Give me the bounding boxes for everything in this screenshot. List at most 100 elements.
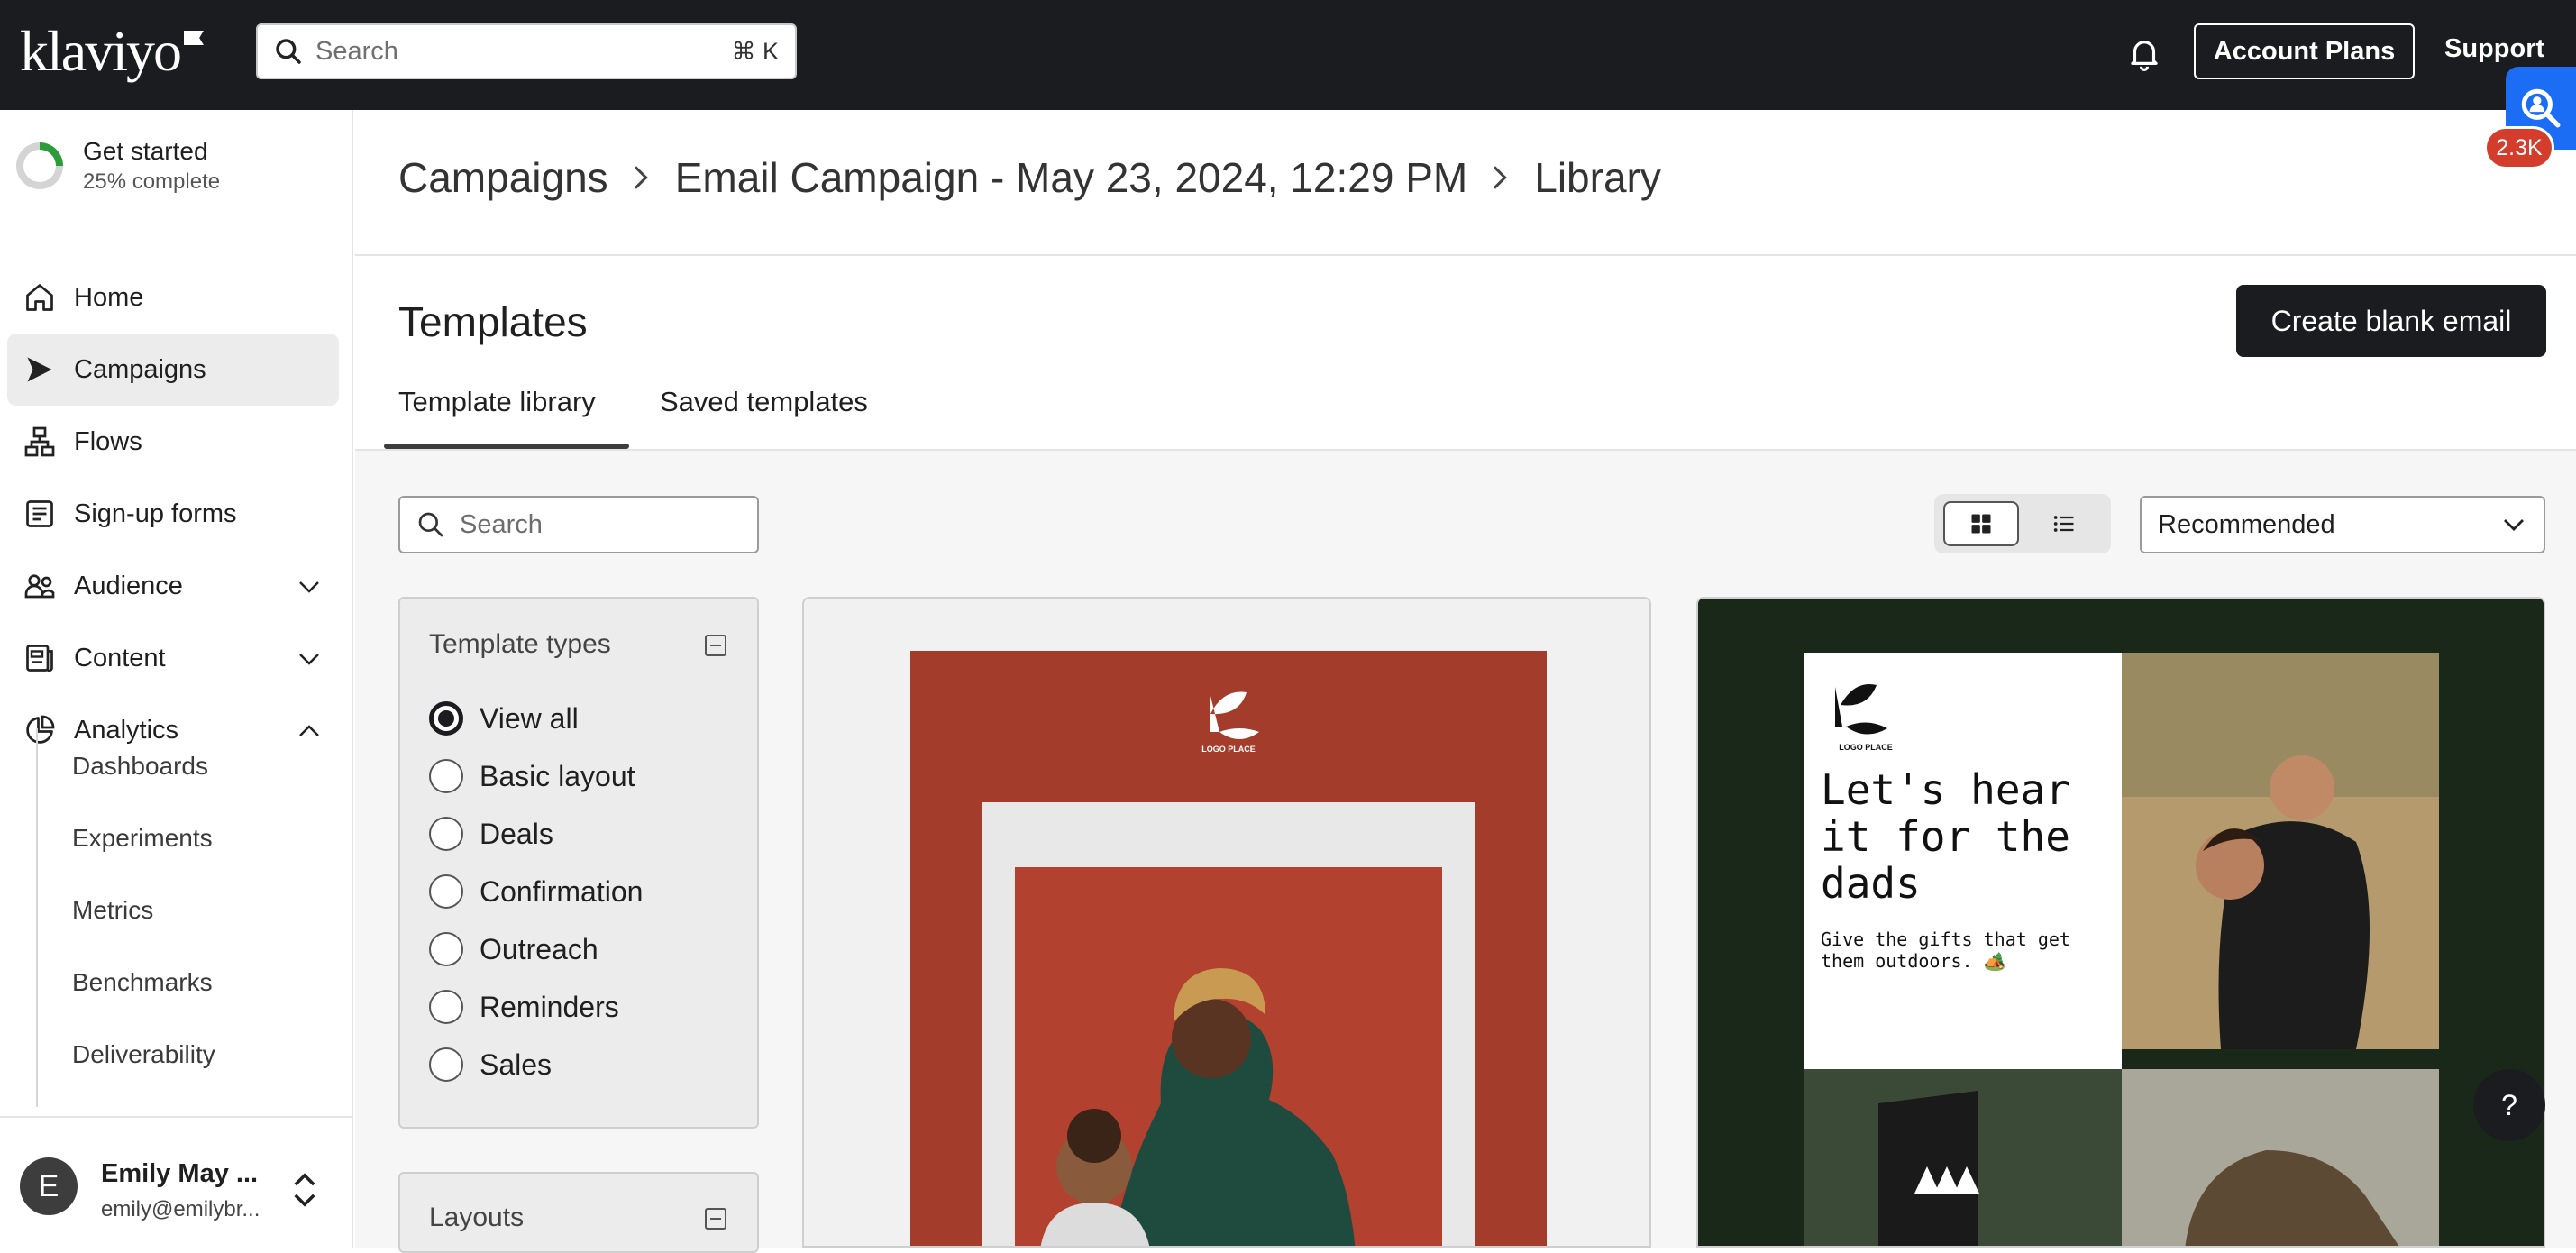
breadcrumb-library: Library <box>1534 154 1661 201</box>
filter-label: Deals <box>480 817 553 850</box>
klaviyo-logo[interactable]: klaviyo <box>20 19 204 83</box>
filter-label: Basic layout <box>480 759 635 792</box>
help-button[interactable]: ? <box>2473 1069 2545 1141</box>
chevron-right-icon <box>1484 166 1507 189</box>
collapse-icon[interactable] <box>705 1208 726 1230</box>
radio-icon <box>429 990 463 1024</box>
card-body: Give the gifts that get them outdoors. 🏕… <box>1821 928 2070 972</box>
global-search-input[interactable]: Search ⌘ K <box>256 23 797 79</box>
get-started-progress-text: 25% complete <box>83 169 221 194</box>
radio-selected-icon <box>429 701 463 736</box>
template-search-input[interactable]: Search <box>398 496 759 553</box>
sidebar-item-campaigns[interactable]: Campaigns <box>7 334 339 406</box>
sidebar-item-label: Campaigns <box>74 354 206 384</box>
radio-icon <box>429 1047 463 1082</box>
sidebar-item-label: Home <box>74 282 144 312</box>
sidebar-item-label: Analytics <box>74 715 179 745</box>
template-search-placeholder: Search <box>460 509 543 539</box>
radio-icon <box>429 759 463 793</box>
filter-label: View all <box>480 701 579 735</box>
send-icon <box>27 357 52 382</box>
template-types-panel: Template types View all Basic layout Dea… <box>398 597 759 1129</box>
tab-saved-templates[interactable]: Saved templates <box>660 386 868 418</box>
tab-template-library[interactable]: Template library <box>398 386 596 418</box>
sort-select[interactable]: Recommended <box>2140 496 2545 553</box>
support-link[interactable]: Support <box>2444 34 2544 64</box>
chevron-right-icon <box>624 166 648 189</box>
filter-view-all[interactable]: View all <box>429 701 579 736</box>
sidebar-subitem-experiments[interactable]: Experiments <box>72 824 213 853</box>
search-placeholder: Search <box>315 36 398 66</box>
sidebar: Get started 25% complete Home Campaigns … <box>0 110 353 1248</box>
card-logo-text: LOGO PLACE <box>1839 743 1893 752</box>
search-icon <box>276 39 301 64</box>
sidebar-item-home[interactable]: Home <box>7 261 339 334</box>
top-bar: klaviyo Search ⌘ K Account Plans Support <box>0 0 2576 110</box>
account-plans-button[interactable]: Account Plans <box>2194 23 2415 79</box>
view-toggle <box>1934 494 2111 553</box>
people-icon <box>24 574 55 599</box>
search-icon <box>418 512 443 537</box>
get-started-progress[interactable]: Get started 25% complete <box>16 137 220 195</box>
page-title: Templates <box>398 298 588 345</box>
avatar: E <box>20 1157 78 1215</box>
list-view-button[interactable] <box>2026 501 2102 546</box>
filter-outreach[interactable]: Outreach <box>429 932 598 966</box>
layouts-heading: Layouts <box>429 1203 525 1232</box>
card-headline: Let's hear it for the dads <box>1821 766 2070 908</box>
collapse-icon[interactable] <box>705 635 726 656</box>
notification-count-badge: 2.3K <box>2484 126 2554 169</box>
search-shortcut: ⌘ K <box>731 37 779 65</box>
content-icon <box>26 645 53 672</box>
active-tab-indicator <box>384 444 629 449</box>
radio-icon <box>429 817 463 851</box>
sidebar-subitem-deliverability[interactable]: Deliverability <box>72 1040 215 1069</box>
grid-icon <box>1971 514 1991 534</box>
chevron-up-icon <box>299 725 319 736</box>
analytics-icon <box>26 715 55 744</box>
radio-icon <box>429 874 463 909</box>
logo-text: klaviyo <box>20 19 182 83</box>
chevron-down-icon <box>2504 519 2524 531</box>
submenu-indent-line <box>36 728 38 1107</box>
template-card[interactable]: LOGO PLACE Let's hear it for the dads Gi… <box>1696 597 2545 1248</box>
filter-basic-layout[interactable]: Basic layout <box>429 759 635 793</box>
sidebar-subitem-metrics[interactable]: Metrics <box>72 896 153 925</box>
sidebar-subitem-dashboards[interactable]: Dashboards <box>72 752 208 781</box>
breadcrumb-campaigns[interactable]: Campaigns <box>398 153 608 202</box>
template-preview-fathers-day-green: LOGO PLACE Let's hear it for the dads Gi… <box>1804 653 2439 1246</box>
filter-sales[interactable]: Sales <box>429 1047 552 1082</box>
create-blank-email-button[interactable]: Create blank email <box>2236 285 2546 357</box>
filter-reminders[interactable]: Reminders <box>429 990 619 1024</box>
bell-icon[interactable] <box>2125 34 2163 72</box>
sidebar-item-label: Audience <box>74 571 183 600</box>
filter-label: Reminders <box>480 990 619 1023</box>
get-started-title: Get started <box>83 137 208 165</box>
radio-icon <box>429 932 463 966</box>
template-types-heading: Template types <box>429 629 611 659</box>
filter-confirmation[interactable]: Confirmation <box>429 874 643 909</box>
filter-label: Confirmation <box>480 874 644 908</box>
template-card[interactable]: LOGO PLACE <box>802 597 1651 1248</box>
filter-deals[interactable]: Deals <box>429 817 553 851</box>
header-divider <box>355 254 2576 256</box>
user-name: Emily May ... <box>101 1159 259 1188</box>
chevron-up-down-icon <box>294 1173 315 1207</box>
filter-label: Sales <box>480 1047 553 1081</box>
grid-view-button[interactable] <box>1943 501 2019 546</box>
user-account-switcher[interactable]: E Emily May ... emily@emilybr... <box>0 1116 352 1248</box>
sidebar-item-label: Sign-up forms <box>74 498 237 528</box>
breadcrumb: Campaigns Email Campaign - May 23, 2024,… <box>398 153 1661 202</box>
sidebar-item-label: Flows <box>74 426 142 456</box>
sidebar-subitem-benchmarks[interactable]: Benchmarks <box>72 968 213 997</box>
sidebar-item-signup-forms[interactable]: Sign-up forms <box>7 478 339 550</box>
template-preview-fathers-day-red: LOGO PLACE <box>910 651 1547 1246</box>
breadcrumb-email-campaign[interactable]: Email Campaign - May 23, 2024, 12:29 PM <box>675 153 1468 202</box>
sidebar-item-label: Content <box>74 643 166 672</box>
sidebar-item-flows[interactable]: Flows <box>7 406 339 478</box>
sidebar-item-audience[interactable]: Audience <box>7 550 339 622</box>
sidebar-item-content[interactable]: Content <box>7 622 339 694</box>
chevron-down-icon <box>299 654 319 665</box>
logo-flag-icon <box>183 31 204 45</box>
filter-label: Outreach <box>480 932 598 965</box>
